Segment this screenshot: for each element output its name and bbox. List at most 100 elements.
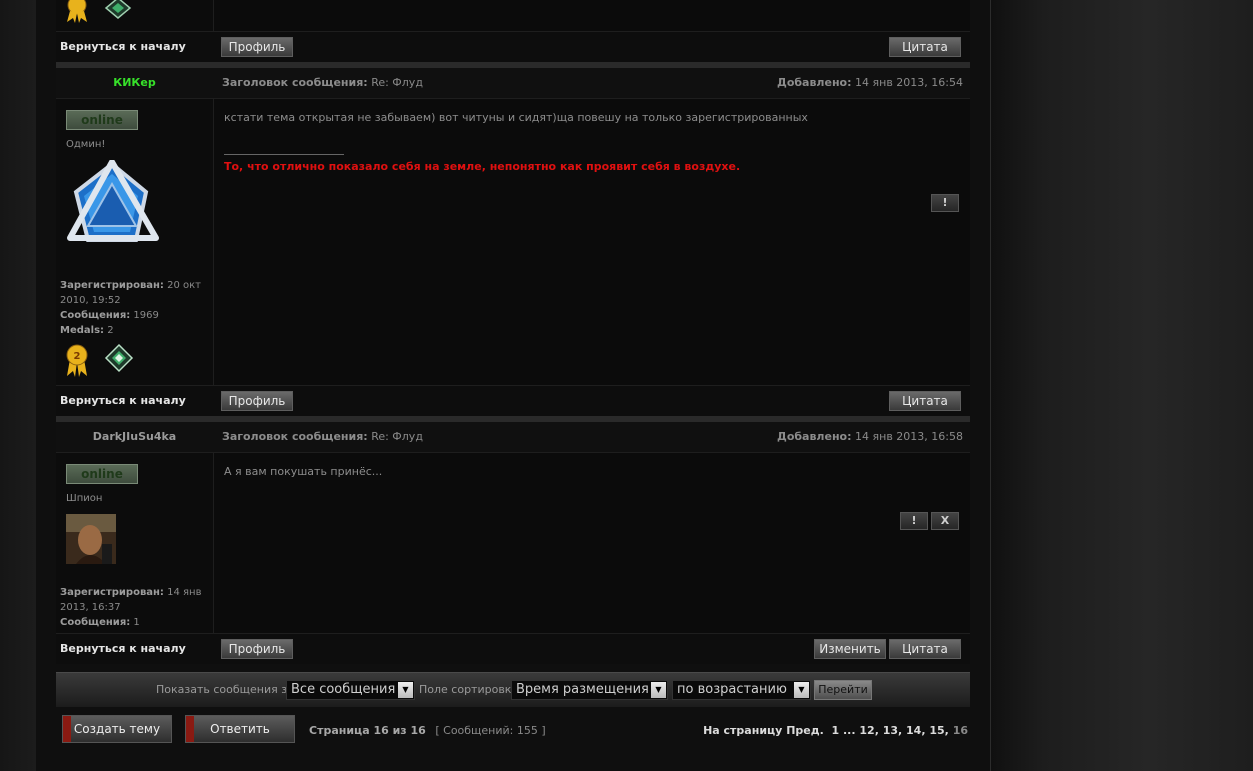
avatar[interactable] [66, 160, 161, 255]
post-kiker: КИКер Заголовок сообщения: Re: Флуд Доба… [56, 68, 970, 416]
back-to-top-link[interactable]: Вернуться к началу [60, 634, 186, 664]
sort-field-select[interactable]: Время размещения ▼ [511, 680, 668, 700]
user-rank: Шпион [66, 493, 103, 504]
post-footer: Вернуться к началу Профиль Цитата [56, 385, 970, 416]
edit-button[interactable]: Изменить [814, 639, 886, 659]
page-link[interactable]: 12 [859, 724, 874, 737]
quote-button[interactable]: Цитата [889, 391, 961, 411]
online-status-badge: online [66, 464, 138, 484]
avatar[interactable] [66, 514, 116, 564]
gold-medal-icon [67, 0, 87, 23]
user-stats: Зарегистрирован: 14 янв 2013, 16:37 Сооб… [60, 585, 210, 630]
sort-order-select[interactable]: по возрастанию ▼ [672, 680, 811, 700]
signature-divider [224, 154, 344, 155]
report-button[interactable]: ! [900, 512, 928, 530]
right-background [990, 0, 1253, 771]
current-page: 16 [952, 724, 968, 737]
registered-label: Зарегистрирован: [60, 587, 164, 598]
previous-post-tail: Вернуться к началу Профиль Цитата [56, 0, 970, 62]
online-status-badge: online [66, 110, 138, 130]
left-background [0, 0, 37, 771]
go-button[interactable]: Перейти [814, 680, 872, 700]
profile-button[interactable]: Профиль [221, 391, 293, 411]
post-header: КИКер Заголовок сообщения: Re: Флуд Доба… [56, 68, 970, 99]
posts-count-row: Сообщения: 1969 [60, 308, 210, 323]
page-link[interactable]: 14 [906, 724, 921, 737]
posts-count-value: 1969 [133, 310, 159, 321]
post-subject: Заголовок сообщения: Re: Флуд [222, 422, 423, 452]
sort-field-label: Поле сортировки [419, 683, 519, 696]
pagination: На страницу Пред. 1 ... 12, 13, 14, 15, … [703, 724, 968, 737]
post-footer: Вернуться к началу Профиль Цитата [56, 31, 970, 62]
quote-button[interactable]: Цитата [889, 37, 961, 57]
previous-post-author-column [56, 0, 214, 31]
date-value: 14 янв 2013, 16:58 [855, 430, 963, 443]
post-header: DarkJIuSu4ka Заголовок сообщения: Re: Фл… [56, 422, 970, 453]
post-footer: Вернуться к началу Профиль Изменить Цита… [56, 633, 970, 664]
user-stats: Зарегистрирован: 20 окт 2010, 19:52 Сооб… [60, 278, 210, 338]
post-author[interactable]: КИКер [56, 68, 213, 98]
sort-bar: Показать сообщения за: Все сообщения ▼ П… [56, 672, 970, 707]
report-button[interactable]: ! [931, 194, 959, 212]
quote-button[interactable]: Цитата [889, 639, 961, 659]
button-accent [186, 716, 194, 742]
medals-label: Medals: [60, 325, 105, 336]
posts-count-value: 1 [133, 617, 140, 628]
post-body: кстати тема открытая не забываем) вот чи… [224, 111, 808, 124]
page-link[interactable]: 15 [929, 724, 944, 737]
posts-count-row: Сообщения: 1 [60, 615, 210, 630]
button-accent [63, 716, 71, 742]
added-label: Добавлено: [777, 430, 852, 443]
post-signature: То, что отлично показало себя на земле, … [224, 160, 741, 173]
gold-medal-icon: 2 [66, 344, 88, 377]
page-info: Страница 16 из 16 [ Сообщений: 155 ] [309, 724, 546, 737]
post-body: А я вам покушать принёс... [224, 465, 383, 478]
post-date: Добавлено: 14 янв 2013, 16:58 [777, 422, 963, 452]
profile-button[interactable]: Профиль [221, 37, 293, 57]
sort-field-value: Время размещения [516, 682, 649, 697]
post-date: Добавлено: 14 янв 2013, 16:54 [777, 68, 963, 98]
new-topic-button[interactable]: Создать тему [62, 715, 172, 743]
medals-count-value: 2 [107, 325, 114, 336]
back-to-top-link[interactable]: Вернуться к началу [60, 32, 186, 62]
chevron-down-icon: ▼ [651, 682, 666, 698]
registered-row: Зарегистрирован: 20 окт 2010, 19:52 [60, 278, 210, 308]
prev-page-link[interactable]: Пред. [786, 724, 824, 737]
subject-value: Re: Флуд [371, 430, 423, 443]
registered-label: Зарегистрирован: [60, 280, 164, 291]
sort-order-value: по возрастанию [677, 682, 787, 697]
posts-total: [ Сообщений: 155 ] [435, 724, 546, 737]
diamond-badge-icon [104, 343, 134, 373]
page-number-text: Страница 16 из 16 [309, 724, 426, 737]
new-topic-label: Создать тему [73, 722, 161, 736]
profile-button[interactable]: Профиль [221, 639, 293, 659]
days-select-value: Все сообщения [291, 682, 396, 697]
user-rank: Одмин! [66, 139, 106, 150]
goto-page-label: На страницу [703, 724, 783, 737]
reply-label: Ответить [210, 722, 270, 736]
posts-label: Сообщения: [60, 310, 131, 321]
delete-button[interactable]: X [931, 512, 959, 530]
date-value: 14 янв 2013, 16:54 [855, 76, 963, 89]
days-select[interactable]: Все сообщения ▼ [286, 680, 415, 700]
post-subject: Заголовок сообщения: Re: Флуд [222, 68, 423, 98]
page-ellipsis: ... [842, 724, 856, 737]
subject-label: Заголовок сообщения: [222, 430, 368, 443]
show-posts-label: Показать сообщения за: [156, 683, 298, 696]
post-author[interactable]: DarkJIuSu4ka [56, 422, 213, 452]
medal-number: 2 [74, 351, 81, 362]
registered-row: Зарегистрирован: 14 янв 2013, 16:37 [60, 585, 210, 615]
page-link[interactable]: 13 [883, 724, 898, 737]
page-link[interactable]: 1 [831, 724, 839, 737]
chevron-down-icon: ▼ [794, 682, 809, 698]
subject-value: Re: Флуд [371, 76, 423, 89]
diamond-badge-icon [104, 0, 132, 19]
back-to-top-link[interactable]: Вернуться к началу [60, 386, 186, 416]
medals-row: Medals: 2 [60, 323, 210, 338]
post-darkjiusu4ka: DarkJIuSu4ka Заголовок сообщения: Re: Фл… [56, 422, 970, 664]
reply-button[interactable]: Ответить [185, 715, 295, 743]
subject-label: Заголовок сообщения: [222, 76, 368, 89]
added-label: Добавлено: [777, 76, 852, 89]
chevron-down-icon: ▼ [398, 682, 413, 698]
posts-label: Сообщения: [60, 617, 131, 628]
